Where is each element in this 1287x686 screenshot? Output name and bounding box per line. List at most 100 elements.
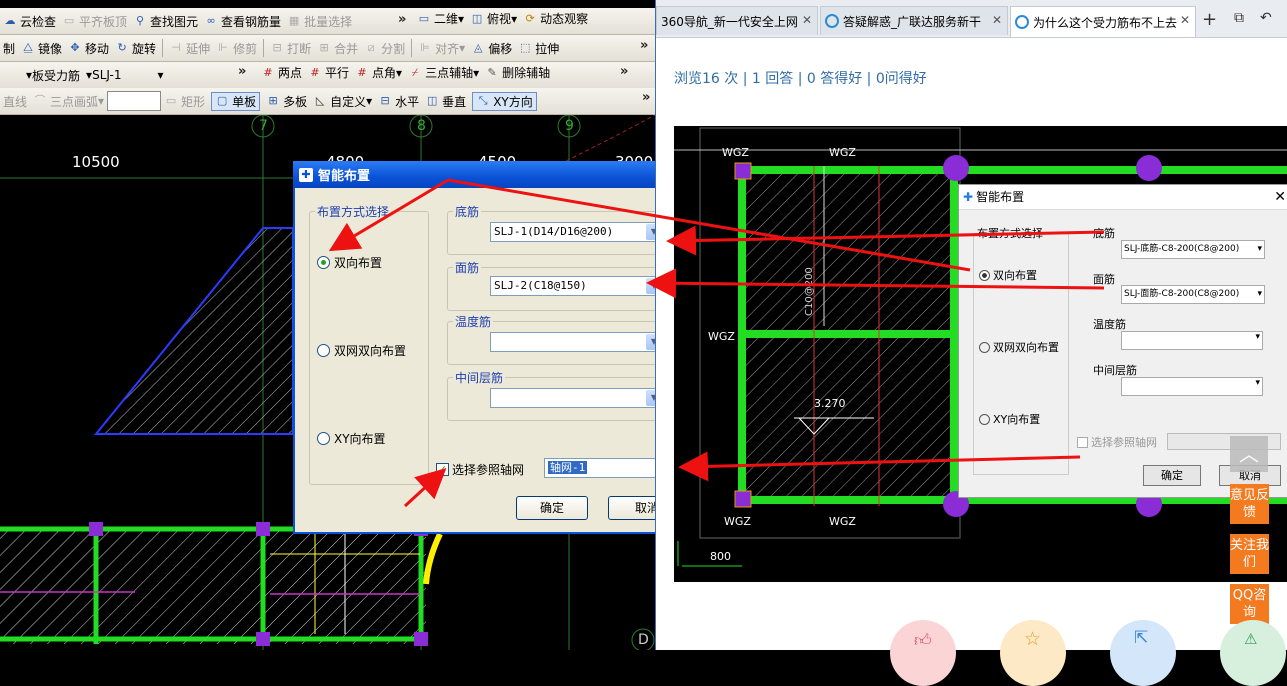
feedback-button[interactable]: 意见反馈 — [1230, 484, 1269, 524]
three-point-axis-button[interactable]: ⌿ 三点辅轴 ▾ — [408, 64, 479, 81]
rotate-button[interactable]: ↻ 旋转 — [115, 40, 156, 57]
close-icon: ✕ — [1274, 189, 1286, 205]
break-button[interactable]: ⊟ 打断 — [270, 40, 311, 57]
custom-button[interactable]: ◺ 自定义 ▾ — [313, 93, 372, 110]
top-rebar-select[interactable]: SLJ-2(C18@150) ▼ — [490, 276, 656, 296]
horizontal-button[interactable]: ⊟ 水平 — [378, 93, 420, 110]
tab-question-active[interactable]: 为什么这个受力筋布不上去 ✕ — [1010, 6, 1196, 37]
back-to-top-button[interactable]: ︿ — [1230, 436, 1268, 472]
tab-list-icon[interactable]: ⧉ — [1234, 10, 1244, 26]
cancel-button[interactable]: 取消 — [608, 496, 656, 520]
custom-icon: ◺ — [315, 94, 325, 107]
share-icon: ⇱ — [1134, 628, 1149, 648]
single-slab-button[interactable]: ▢ 单板 — [211, 91, 261, 111]
two-point-axis-button[interactable]: # 两点 — [261, 64, 302, 81]
line-button[interactable]: 直线 — [3, 93, 27, 110]
ref-axis-select[interactable]: 轴网-1 ▼ — [544, 458, 656, 478]
favorite-button[interactable]: ☆ — [1000, 620, 1066, 686]
layout-mode-group-title: 布置方式选择 — [315, 203, 392, 220]
axis-label-D: D — [638, 632, 649, 648]
toolbar-more-icon[interactable]: » — [642, 90, 650, 105]
inner-temp-select: ▾ — [1121, 331, 1263, 350]
report-button[interactable]: ⚠ — [1220, 620, 1286, 686]
view-rebar-button[interactable]: ∞ 查看钢筋量 — [204, 13, 281, 30]
cloud-check-button[interactable]: ☁ 云检查 — [3, 13, 57, 30]
mirror-button[interactable]: ⧋ 镜像 — [21, 40, 62, 57]
move-button[interactable]: ✥ 移动 — [68, 40, 109, 57]
offset-icon: ◬ — [473, 41, 483, 54]
like-button[interactable]: 👍︎ — [890, 620, 956, 686]
tab-glodon-qa[interactable]: 答疑解惑_广联达服务新干 ✕ — [820, 6, 1008, 35]
multi-slab-button[interactable]: ⊞ 多板 — [266, 93, 307, 110]
stretch-button[interactable]: ⬚ 拉伸 — [518, 40, 559, 57]
delete-axis-button[interactable]: ✎ 删除辅轴 — [485, 64, 551, 81]
new-tab-button[interactable]: + — [1202, 9, 1217, 30]
multi-slab-icon: ⊞ — [268, 94, 278, 107]
toolbar-more-icon[interactable]: » — [238, 64, 246, 79]
radio-bidirectional[interactable]: 双向布置 — [317, 254, 382, 271]
undo-close-icon[interactable]: ↶ — [1260, 10, 1272, 26]
wgz-label: WGZ — [829, 515, 856, 528]
elevation-label: 3.270 — [814, 397, 846, 410]
qq-consult-button[interactable]: QQ咨询 — [1230, 584, 1269, 624]
dynamic-observe-button[interactable]: ⟳ 动态观察 — [523, 10, 588, 27]
draw-button[interactable]: 制 — [3, 40, 15, 57]
app-icon: ✚ — [299, 167, 313, 182]
rotate-icon: ↻ — [117, 41, 127, 54]
category-combo[interactable]: ▾ 板受力筋 — [26, 67, 80, 84]
batch-select-button[interactable]: ▦ 批量选择 — [287, 13, 352, 30]
radio-on-icon — [979, 269, 990, 281]
close-tab-icon[interactable]: ✕ — [1180, 13, 1190, 27]
answer-image[interactable]: WGZ WGZ WGZ WGZ WGZ 3.270 800 C10@200 ✚ 智… — [674, 126, 1287, 582]
ok-button[interactable]: 确定 — [516, 496, 588, 520]
align-slab-top-button[interactable]: ▭ 平齐板顶 — [62, 13, 127, 30]
orbit-icon: ⟳ — [525, 11, 535, 25]
grid-icon: ▦ — [288, 14, 300, 27]
thumbs-up-icon: 👍︎ — [914, 631, 932, 651]
dialog-titlebar[interactable]: ✚ 智能布置 ✕ — [293, 161, 656, 188]
ref-axis-checkbox[interactable]: ✓ 选择参照轴网 — [436, 461, 524, 478]
radio-xy[interactable]: XY向布置 — [317, 430, 386, 447]
align-button[interactable]: ⊫ 对齐 ▾ — [418, 40, 465, 57]
offset-button[interactable]: ◬ 偏移 — [471, 40, 512, 57]
split-button[interactable]: ⧄ 分割 — [364, 40, 406, 57]
temp-rebar-select[interactable]: ▼ — [490, 332, 656, 352]
radio-double-net[interactable]: 双网双向布置 — [317, 342, 406, 359]
merge-button[interactable]: ⊞ 合并 — [317, 40, 359, 57]
cad-application: 47100 10500 4800 4500 3000 7 8 9 D ☁云检查 … — [0, 0, 656, 650]
top-view-combo[interactable]: ◫ 俯视 ▾ — [470, 10, 517, 27]
find-element-button[interactable]: ⚲ 查找图元 — [133, 13, 198, 30]
wgz-label: WGZ — [722, 146, 749, 159]
name-combo[interactable]: ▾ SLJ-1 ▾ — [86, 68, 163, 82]
three-point-arc-button[interactable]: ⌒ 三点画弧 ▾ — [33, 93, 105, 110]
mid-rebar-select[interactable]: ▼ — [490, 388, 656, 408]
wgz-label: WGZ — [724, 515, 751, 528]
share-button[interactable]: ⇱ — [1110, 620, 1176, 686]
chevron-down-icon: ▾ — [1255, 378, 1260, 388]
extend-button[interactable]: ⊣ 延伸 — [169, 40, 210, 57]
xy-direction-button[interactable]: ⤡ XY方向 — [472, 91, 537, 111]
vertical-button[interactable]: ◫ 垂直 — [425, 93, 466, 110]
tab-360-nav[interactable]: 360导航_新一代安全上网 ✕ — [656, 6, 818, 35]
app-icon: ✚ — [963, 190, 974, 204]
vertical-icon: ◫ — [426, 94, 438, 107]
follow-us-button[interactable]: 关注我们 — [1230, 534, 1269, 574]
toolbar-more-icon[interactable]: » — [640, 38, 648, 53]
rect-button[interactable]: ▭ 矩形 — [164, 93, 205, 110]
close-tab-icon[interactable]: ✕ — [802, 13, 812, 27]
dim-10500: 10500 — [72, 153, 120, 171]
toolbar-more-icon[interactable]: » — [398, 12, 406, 27]
toolbar-more-icon[interactable]: » — [620, 64, 628, 79]
dialog-title: 智能布置 — [318, 169, 371, 184]
chevron-down-icon: ▾ — [1255, 332, 1260, 342]
arc-option-combo[interactable] — [107, 91, 162, 111]
parallel-axis-button[interactable]: # 平行 — [308, 64, 349, 81]
inner-dialog-titlebar: ✚ 智能布置 ✕ — [959, 185, 1287, 210]
point-angle-button[interactable]: # 点角 ▾ — [355, 64, 402, 81]
bottom-rebar-select[interactable]: SLJ-1(D14/D16@200) ▼ — [490, 222, 656, 242]
trim-button[interactable]: ⊩ 修剪 — [216, 40, 257, 57]
radio-off-icon — [979, 413, 990, 425]
close-tab-icon[interactable]: ✕ — [992, 13, 1002, 27]
view-combo[interactable]: ▭ 二维 ▾ — [417, 10, 464, 27]
horizontal-icon: ⊟ — [380, 94, 390, 107]
